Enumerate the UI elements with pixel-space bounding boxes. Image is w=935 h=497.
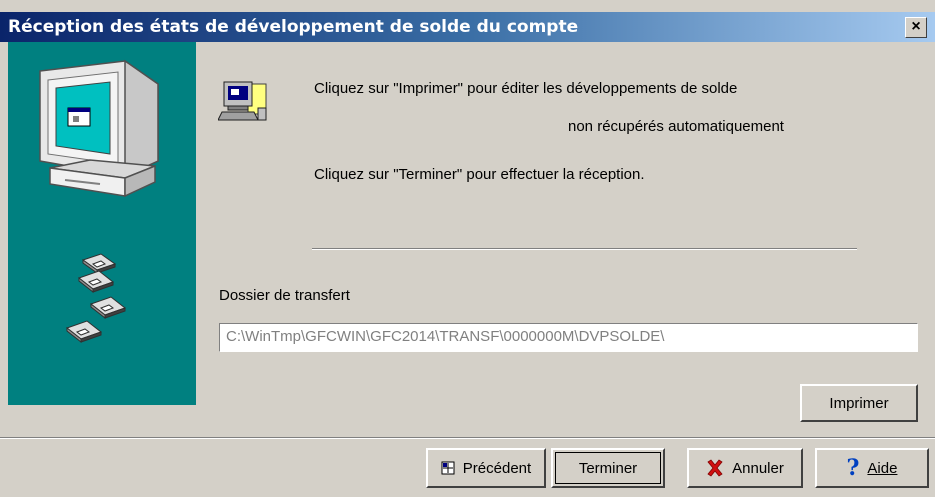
previous-button[interactable]: Précédent: [426, 448, 546, 488]
cancel-button[interactable]: Annuler: [687, 448, 803, 488]
finish-button[interactable]: Terminer: [551, 448, 665, 488]
footer-divider: [0, 437, 935, 439]
question-mark-icon: ?: [846, 455, 860, 481]
print-button[interactable]: Imprimer: [800, 384, 918, 422]
panel-separator: [197, 42, 206, 436]
floppy-disks-icon: [65, 253, 127, 344]
computer-monitor-icon: [39, 59, 159, 198]
help-button[interactable]: ? Aide: [815, 448, 929, 488]
print-button-label: Imprimer: [829, 394, 889, 412]
print-computer-icon: [218, 81, 267, 121]
title-bar: Réception des états de développement de …: [0, 12, 935, 42]
help-button-label: Aide: [867, 459, 898, 477]
previous-button-label: Précédent: [462, 459, 532, 477]
instruction-print-continued: non récupérés automatiquement: [568, 118, 784, 135]
transfer-folder-label: Dossier de transfert: [219, 287, 350, 304]
cancel-button-label: Annuler: [732, 459, 784, 477]
instruction-finish: Cliquez sur "Terminer" pour effectuer la…: [314, 166, 645, 183]
wizard-side-panel: [8, 42, 196, 405]
previous-arrow-icon: [441, 461, 455, 475]
content-divider: [312, 248, 857, 250]
transfer-folder-field[interactable]: C:\WinTmp\GFCWIN\GFC2014\TRANSF\0000000M…: [219, 323, 918, 352]
close-button[interactable]: ×: [905, 17, 927, 38]
window-title: Réception des états de développement de …: [8, 17, 579, 37]
instruction-print: Cliquez sur "Imprimer" pour éditer les d…: [314, 80, 738, 97]
wizard-dialog: Réception des états de développement de …: [0, 0, 935, 497]
red-x-icon: [706, 459, 724, 477]
finish-button-label: Terminer: [578, 459, 638, 477]
